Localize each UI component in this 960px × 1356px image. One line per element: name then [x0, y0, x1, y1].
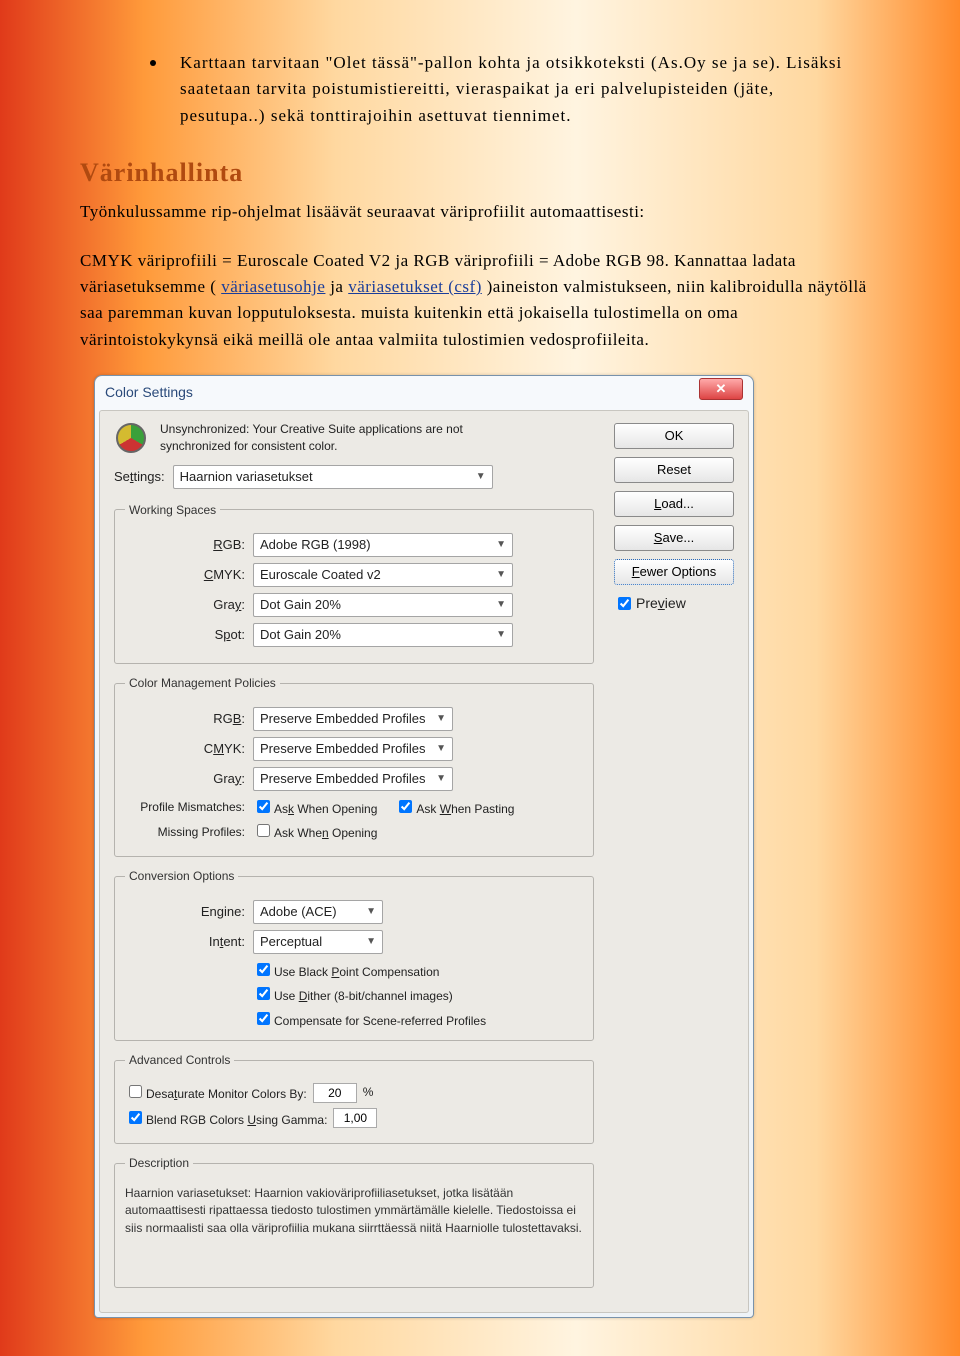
main-column: Unsynchronized: Your Creative Suite appl…: [100, 421, 606, 1298]
unsync-notice: Unsynchronized: Your Creative Suite appl…: [114, 421, 594, 455]
chevron-down-icon: ▼: [496, 597, 506, 613]
cmyk-combo[interactable]: Euroscale Coated v2 ▼: [253, 563, 513, 587]
spot-label: Spot:: [125, 625, 245, 645]
mismatch-open-check[interactable]: Ask When Opening: [253, 797, 377, 819]
chevron-down-icon: ▼: [496, 627, 506, 643]
dialog-title: Color Settings: [105, 382, 193, 404]
intent-label: Intent:: [125, 932, 245, 952]
policy-cmyk-label: CMYK:: [125, 739, 245, 759]
close-icon[interactable]: ✕: [699, 378, 743, 400]
engine-label: Engine:: [125, 902, 245, 922]
color-settings-dialog: Color Settings ✕ Unsynchronized: Your Cr…: [94, 375, 754, 1318]
paragraph-profiles: CMYK väriprofiili = Euroscale Coated V2 …: [80, 248, 880, 353]
cmyk-value: Euroscale Coated v2: [260, 565, 381, 585]
mismatch-label: Profile Mismatches:: [125, 798, 245, 817]
policy-rgb-label: RGB:: [125, 709, 245, 729]
save-button[interactable]: Save...: [614, 525, 734, 551]
bullet-dot-icon: [150, 60, 156, 66]
desaturate-check[interactable]: Desaturate Monitor Colors By:: [125, 1082, 307, 1104]
cmyk-label: CMYK:: [125, 565, 245, 585]
desaturate-unit: %: [363, 1083, 374, 1102]
policy-cmyk-value: Preserve Embedded Profiles: [260, 739, 425, 759]
chevron-down-icon: ▼: [496, 567, 506, 583]
rgb-combo[interactable]: Adobe RGB (1998) ▼: [253, 533, 513, 557]
desaturate-input[interactable]: [313, 1083, 357, 1103]
gray-label: Gray:: [125, 595, 245, 615]
chevron-down-icon: ▼: [436, 741, 446, 757]
settings-value: Haarnion variasetukset: [180, 467, 313, 487]
dialog-body: Unsynchronized: Your Creative Suite appl…: [99, 410, 749, 1313]
chevron-down-icon: ▼: [476, 469, 486, 485]
bullet-item: Karttaan tarvitaan "Olet tässä"-pallon k…: [150, 50, 860, 129]
policy-gray-value: Preserve Embedded Profiles: [260, 769, 425, 789]
chevron-down-icon: ▼: [496, 537, 506, 553]
chevron-down-icon: ▼: [436, 711, 446, 727]
reset-button[interactable]: Reset: [614, 457, 734, 483]
mismatch-paste-check[interactable]: Ask When Pasting: [395, 797, 514, 819]
legend-conversion: Conversion Options: [125, 867, 238, 886]
settings-label: Settings:: [114, 467, 165, 487]
blend-input[interactable]: [333, 1108, 377, 1128]
description-text: Haarnion variasetukset: Haarnion vakiovä…: [125, 1185, 583, 1237]
settings-combo[interactable]: Haarnion variasetukset ▼: [173, 465, 493, 489]
legend-working: Working Spaces: [125, 501, 220, 520]
legend-policies: Color Management Policies: [125, 674, 280, 693]
spot-value: Dot Gain 20%: [260, 625, 341, 645]
chevron-down-icon: ▼: [436, 771, 446, 787]
side-column: OK Reset Load... Save... Fewer Options P…: [606, 421, 748, 615]
scene-check[interactable]: Compensate for Scene-referred Profiles: [253, 1009, 486, 1031]
rgb-label: RGB:: [125, 535, 245, 555]
preview-check[interactable]: [618, 597, 631, 610]
missing-label: Missing Profiles:: [125, 823, 245, 842]
preview-label: Preview: [636, 593, 686, 615]
dither-check[interactable]: Use Dither (8-bit/channel images): [253, 984, 453, 1006]
dialog-titlebar: Color Settings ✕: [95, 376, 753, 406]
mismatch-open-text: Ask When Opening: [274, 802, 377, 816]
group-advanced: Advanced Controls Desaturate Monitor Col…: [114, 1051, 594, 1144]
ok-button[interactable]: OK: [614, 423, 734, 449]
unsync-text: Unsynchronized: Your Creative Suite appl…: [160, 421, 500, 455]
paragraph-intro: Työnkulussamme rip-ohjelmat lisäävät seu…: [80, 199, 880, 225]
gray-combo[interactable]: Dot Gain 20% ▼: [253, 593, 513, 617]
engine-value: Adobe (ACE): [260, 902, 337, 922]
gray-value: Dot Gain 20%: [260, 595, 341, 615]
bullet-text: Karttaan tarvitaan "Olet tässä"-pallon k…: [180, 50, 860, 129]
policy-rgb-combo[interactable]: Preserve Embedded Profiles ▼: [253, 707, 453, 731]
policy-rgb-value: Preserve Embedded Profiles: [260, 709, 425, 729]
engine-combo[interactable]: Adobe (ACE) ▼: [253, 900, 383, 924]
policy-gray-label: Gray:: [125, 769, 245, 789]
settings-row: Settings: Haarnion variasetukset ▼: [114, 465, 594, 489]
rgb-value: Adobe RGB (1998): [260, 535, 371, 555]
chevron-down-icon: ▼: [366, 904, 376, 920]
link-variasetukset-csf[interactable]: väriasetukset (csf): [348, 277, 482, 296]
chevron-down-icon: ▼: [366, 934, 376, 950]
blend-check[interactable]: Blend RGB Colors Using Gamma:: [125, 1108, 327, 1130]
group-policies: Color Management Policies RGB: Preserve …: [114, 674, 594, 857]
mismatch-paste-text: Ask When Pasting: [416, 802, 514, 816]
group-working-spaces: Working Spaces RGB: Adobe RGB (1998) ▼ CM…: [114, 501, 594, 665]
missing-open-check[interactable]: Ask When Opening: [253, 821, 377, 843]
group-conversion: Conversion Options Engine: Adobe (ACE)▼ …: [114, 867, 594, 1041]
link-variasetusohje[interactable]: väriasetusohje: [221, 277, 325, 296]
policy-gray-combo[interactable]: Preserve Embedded Profiles ▼: [253, 767, 453, 791]
load-button[interactable]: Load...: [614, 491, 734, 517]
heading-varinhallinta: Värinhallinta: [80, 153, 880, 193]
legend-description: Description: [125, 1154, 193, 1173]
policy-cmyk-combo[interactable]: Preserve Embedded Profiles ▼: [253, 737, 453, 761]
para2-text-b: ja: [330, 277, 348, 296]
group-description: Description Haarnion variasetukset: Haar…: [114, 1154, 594, 1288]
spot-combo[interactable]: Dot Gain 20% ▼: [253, 623, 513, 647]
fewer-options-button[interactable]: Fewer Options: [614, 559, 734, 585]
intent-combo[interactable]: Perceptual ▼: [253, 930, 383, 954]
bpc-check[interactable]: Use Black Point Compensation: [253, 960, 439, 982]
missing-open-text: Ask When Opening: [274, 826, 377, 840]
legend-advanced: Advanced Controls: [125, 1051, 234, 1070]
intent-value: Perceptual: [260, 932, 322, 952]
globe-icon: [116, 423, 146, 453]
